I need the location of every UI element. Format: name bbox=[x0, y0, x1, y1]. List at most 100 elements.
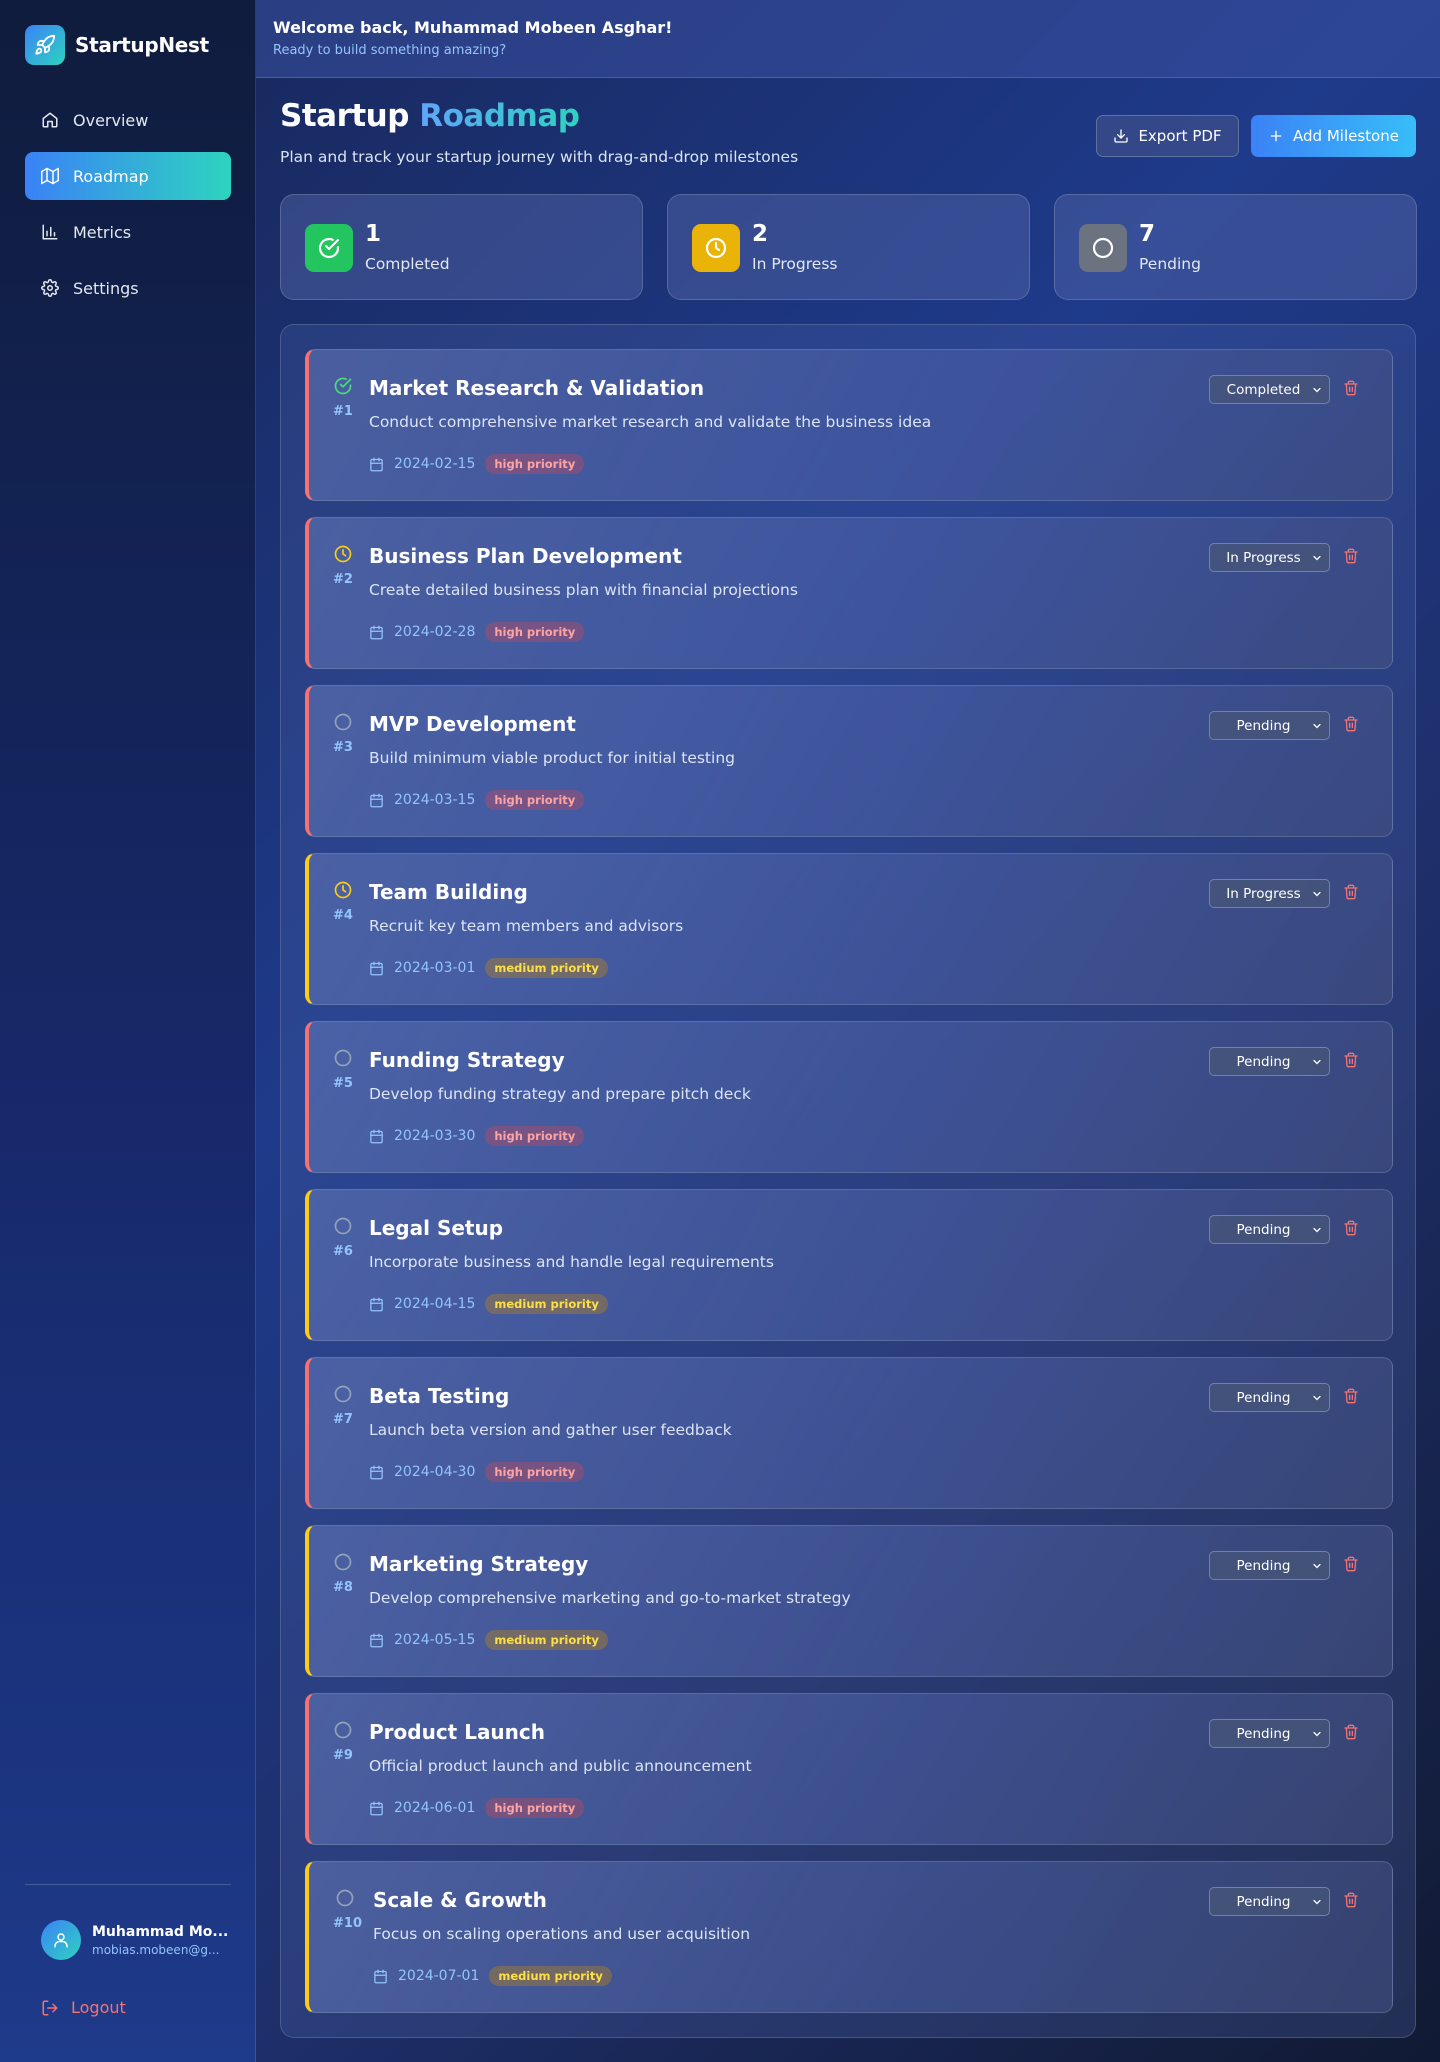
calendar-icon bbox=[370, 1801, 383, 1815]
chevron-down-icon bbox=[1313, 1227, 1321, 1233]
user-name: Muhammad Mo... bbox=[92, 1923, 229, 1940]
milestone-title: Product Launch bbox=[369, 1720, 546, 1744]
export-pdf-button[interactable]: Export PDF bbox=[1096, 115, 1239, 157]
calendar-icon bbox=[370, 457, 383, 471]
milestone-index: #5 bbox=[333, 1076, 353, 1091]
status-select[interactable]: In Progress bbox=[1209, 543, 1330, 572]
avatar bbox=[41, 1920, 81, 1960]
delete-icon[interactable] bbox=[1343, 1724, 1359, 1744]
status-select[interactable]: Pending bbox=[1209, 1719, 1330, 1748]
milestone-date: 2024-03-15 bbox=[394, 792, 476, 808]
sidebar-item-settings[interactable]: Settings bbox=[25, 264, 231, 312]
logout-button[interactable]: Logout bbox=[41, 1998, 126, 2017]
stat-label: In Progress bbox=[752, 255, 838, 273]
user-profile[interactable]: Muhammad Mo... mobias.mobeen@g... bbox=[41, 1920, 228, 1960]
milestone-index: #2 bbox=[333, 572, 353, 587]
delete-icon[interactable] bbox=[1343, 884, 1359, 904]
status-select[interactable]: Pending bbox=[1209, 1047, 1330, 1076]
delete-icon[interactable] bbox=[1343, 1556, 1359, 1576]
chevron-down-icon bbox=[1313, 387, 1321, 393]
delete-icon[interactable] bbox=[1343, 1220, 1359, 1240]
delete-icon[interactable] bbox=[1343, 1892, 1359, 1912]
status-select-value: Pending bbox=[1236, 1725, 1291, 1742]
status-select[interactable]: Pending bbox=[1209, 1383, 1330, 1412]
circle-icon bbox=[333, 1720, 353, 1740]
milestone-meta: 2024-02-28 high priority bbox=[369, 622, 585, 642]
priority-badge: high priority bbox=[485, 1462, 585, 1482]
status-select-value: In Progress bbox=[1226, 549, 1301, 566]
delete-icon[interactable] bbox=[1343, 716, 1359, 736]
status-select[interactable]: Pending bbox=[1209, 1887, 1330, 1916]
add-milestone-button[interactable]: Add Milestone bbox=[1251, 115, 1416, 157]
milestone-title: Legal Setup bbox=[369, 1216, 504, 1240]
status-select[interactable]: In Progress bbox=[1209, 879, 1330, 908]
sidebar-item-label: Roadmap bbox=[73, 166, 149, 186]
milestone-meta: 2024-03-01 medium priority bbox=[369, 958, 608, 978]
sidebar-divider bbox=[25, 1884, 231, 1885]
chevron-down-icon bbox=[1313, 1563, 1321, 1569]
delete-icon[interactable] bbox=[1343, 380, 1359, 400]
milestone-index: #10 bbox=[333, 1916, 362, 1931]
clock-icon bbox=[333, 880, 353, 900]
milestone-description: Develop comprehensive marketing and go-t… bbox=[369, 1589, 851, 1607]
status-select[interactable]: Pending bbox=[1209, 1551, 1330, 1580]
milestone-card[interactable]: #6 Legal Setup Incorporate business and ha… bbox=[305, 1189, 1393, 1341]
calendar-icon bbox=[370, 961, 383, 975]
page-title: Startup Roadmap bbox=[280, 98, 580, 134]
milestone-card[interactable]: #1 Market Research & Validation Conduct co… bbox=[305, 349, 1393, 501]
priority-badge: high priority bbox=[485, 1798, 585, 1818]
delete-icon[interactable] bbox=[1343, 1052, 1359, 1072]
status-select[interactable]: Completed bbox=[1209, 375, 1330, 404]
priority-badge: medium priority bbox=[489, 1966, 612, 1986]
delete-icon[interactable] bbox=[1343, 1388, 1359, 1408]
milestone-title: Beta Testing bbox=[369, 1384, 510, 1408]
stat-card-in-progress: 2 In Progress bbox=[667, 194, 1030, 300]
milestone-index: #4 bbox=[333, 908, 353, 923]
brand-name: StartupNest bbox=[75, 33, 209, 57]
calendar-icon bbox=[370, 1465, 383, 1479]
calendar-icon bbox=[370, 1129, 383, 1143]
sidebar-item-metrics[interactable]: Metrics bbox=[25, 208, 231, 256]
milestone-date: 2024-02-15 bbox=[394, 456, 476, 472]
stat-label: Pending bbox=[1139, 255, 1201, 273]
milestone-card[interactable]: #2 Business Plan Development Create detail… bbox=[305, 517, 1393, 669]
status-select[interactable]: Pending bbox=[1209, 711, 1330, 740]
milestone-card[interactable]: #4 Team Building Recruit key team members … bbox=[305, 853, 1393, 1005]
milestone-card[interactable]: #7 Beta Testing Launch beta version and ga… bbox=[305, 1357, 1393, 1509]
milestone-title: Business Plan Development bbox=[369, 544, 682, 568]
milestone-card[interactable]: #10 Scale & Growth Focus on scaling operat… bbox=[305, 1861, 1393, 2013]
milestone-date: 2024-05-15 bbox=[394, 1632, 476, 1648]
milestone-date: 2024-06-01 bbox=[394, 1800, 476, 1816]
milestone-card[interactable]: #8 Marketing Strategy Develop comprehensiv… bbox=[305, 1525, 1393, 1677]
circle-icon bbox=[333, 712, 353, 732]
priority-badge: medium priority bbox=[485, 958, 608, 978]
milestone-card[interactable]: #3 MVP Development Build minimum viable pr… bbox=[305, 685, 1393, 837]
milestone-index: #9 bbox=[333, 1748, 353, 1763]
milestone-card[interactable]: #5 Funding Strategy Develop funding strate… bbox=[305, 1021, 1393, 1173]
milestone-meta: 2024-04-15 medium priority bbox=[369, 1294, 608, 1314]
milestone-title: Team Building bbox=[369, 880, 528, 904]
sidebar-item-roadmap[interactable]: Roadmap bbox=[25, 152, 231, 200]
calendar-icon bbox=[374, 1969, 387, 1983]
chevron-down-icon bbox=[1313, 891, 1321, 897]
stat-value: 1 bbox=[365, 221, 382, 247]
stat-card-completed: 1 Completed bbox=[280, 194, 643, 300]
status-select-value: Completed bbox=[1226, 381, 1301, 398]
circle-icon bbox=[1079, 224, 1127, 272]
status-select[interactable]: Pending bbox=[1209, 1215, 1330, 1244]
delete-icon[interactable] bbox=[1343, 548, 1359, 568]
milestone-meta: 2024-04-30 high priority bbox=[369, 1462, 585, 1482]
milestone-card[interactable]: #9 Product Launch Official product launch … bbox=[305, 1693, 1393, 1845]
stat-value: 2 bbox=[752, 221, 769, 247]
status-select-value: Pending bbox=[1236, 1389, 1291, 1406]
calendar-icon bbox=[370, 1297, 383, 1311]
milestone-description: Create detailed business plan with finan… bbox=[369, 581, 798, 599]
milestone-description: Focus on scaling operations and user acq… bbox=[373, 1925, 751, 1943]
brand[interactable]: StartupNest bbox=[25, 25, 209, 65]
page-title-part1: Startup bbox=[280, 98, 409, 134]
page-subtitle: Plan and track your startup journey with… bbox=[280, 148, 799, 166]
chevron-down-icon bbox=[1313, 1395, 1321, 1401]
rocket-icon bbox=[25, 25, 65, 65]
sidebar: StartupNest Overview Roadmap Metrics Set… bbox=[0, 0, 256, 2062]
sidebar-item-overview[interactable]: Overview bbox=[25, 96, 231, 144]
